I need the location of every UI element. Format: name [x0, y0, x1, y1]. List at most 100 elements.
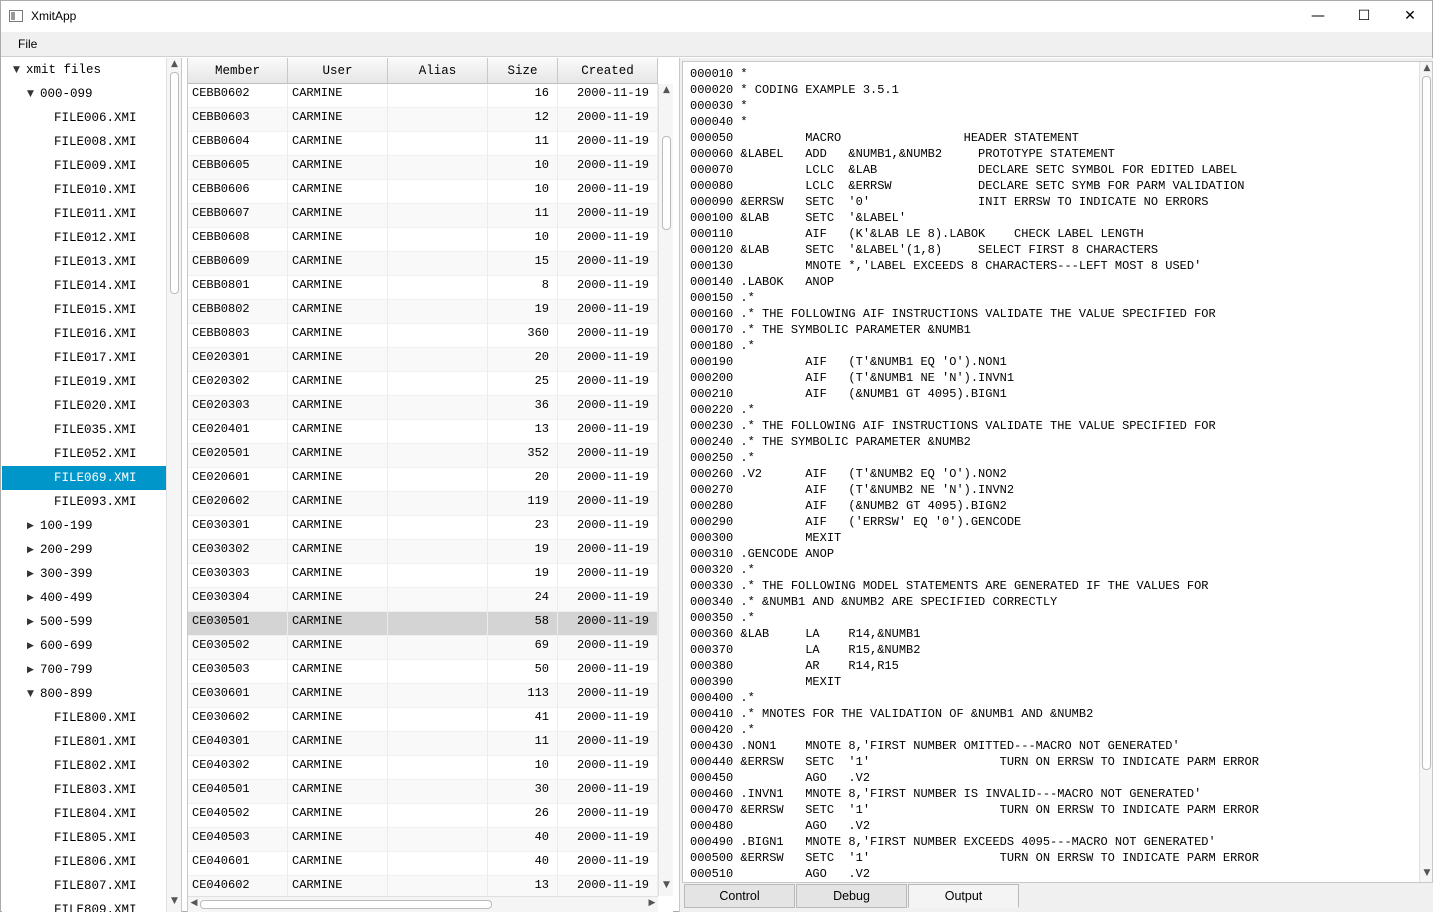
table-row[interactable]: CE020501 CARMINE 352 2000-11-19: [188, 444, 658, 468]
tree-item[interactable]: ▶ 600-699: [2, 634, 166, 658]
table-row[interactable]: CEBB0604 CARMINE 11 2000-11-19: [188, 132, 658, 156]
tab-control[interactable]: Control: [684, 884, 795, 908]
scroll-right-icon[interactable]: ▶: [646, 898, 658, 908]
collapsed-arrow-icon[interactable]: ▶: [27, 514, 37, 538]
table-row[interactable]: CE040503 CARMINE 40 2000-11-19: [188, 828, 658, 852]
table-row[interactable]: CEBB0603 CARMINE 12 2000-11-19: [188, 108, 658, 132]
tree-item[interactable]: FILE069.XMI: [2, 466, 166, 490]
table-row[interactable]: CEBB0602 CARMINE 16 2000-11-19: [188, 84, 658, 108]
tree-item[interactable]: FILE804.XMI: [2, 802, 166, 826]
tree-item[interactable]: FILE020.XMI: [2, 394, 166, 418]
table-row[interactable]: CEBB0605 CARMINE 10 2000-11-19: [188, 156, 658, 180]
table-row[interactable]: CEBB0607 CARMINE 11 2000-11-19: [188, 204, 658, 228]
tree-item[interactable]: ▶ 300-399: [2, 562, 166, 586]
tree-item[interactable]: FILE052.XMI: [2, 442, 166, 466]
tree-item[interactable]: FILE809.XMI: [2, 898, 166, 912]
tree-item[interactable]: ▼ xmit files: [2, 58, 166, 82]
expanded-arrow-icon[interactable]: ▼: [27, 82, 37, 106]
tree-item[interactable]: FILE807.XMI: [2, 874, 166, 898]
column-header-alias[interactable]: Alias: [388, 58, 488, 84]
table-row[interactable]: CE020401 CARMINE 13 2000-11-19: [188, 420, 658, 444]
maximize-icon[interactable]: ☐: [1341, 1, 1387, 32]
source-text-area[interactable]: 000010 * 000020 * CODING EXAMPLE 3.5.1 000…: [682, 61, 1433, 883]
collapsed-arrow-icon[interactable]: ▶: [27, 610, 37, 634]
table-row[interactable]: CE040602 CARMINE 13 2000-11-19: [188, 876, 658, 896]
scroll-down-icon[interactable]: ▼: [167, 896, 181, 906]
tree-item[interactable]: FILE017.XMI: [2, 346, 166, 370]
scroll-down-icon[interactable]: ▼: [659, 880, 673, 890]
source-scroll-thumb[interactable]: [1422, 76, 1431, 770]
tree-item[interactable]: FILE801.XMI: [2, 730, 166, 754]
table-row[interactable]: CEBB0803 CARMINE 360 2000-11-19: [188, 324, 658, 348]
tree-item[interactable]: FILE016.XMI: [2, 322, 166, 346]
table-row[interactable]: CE040601 CARMINE 40 2000-11-19: [188, 852, 658, 876]
table-row[interactable]: CE030501 CARMINE 58 2000-11-19: [188, 612, 658, 636]
tree-item[interactable]: FILE035.XMI: [2, 418, 166, 442]
table-row[interactable]: CE020302 CARMINE 25 2000-11-19: [188, 372, 658, 396]
table-row[interactable]: CE040502 CARMINE 26 2000-11-19: [188, 804, 658, 828]
tree-item[interactable]: ▶ 100-199: [2, 514, 166, 538]
table-row[interactable]: CE040301 CARMINE 11 2000-11-19: [188, 732, 658, 756]
table-row[interactable]: CE030302 CARMINE 19 2000-11-19: [188, 540, 658, 564]
tab-output[interactable]: Output: [908, 884, 1019, 908]
tree-item[interactable]: FILE012.XMI: [2, 226, 166, 250]
tree-item[interactable]: FILE014.XMI: [2, 274, 166, 298]
tree-item[interactable]: FILE008.XMI: [2, 130, 166, 154]
table-row[interactable]: CE040302 CARMINE 10 2000-11-19: [188, 756, 658, 780]
scroll-left-icon[interactable]: ◀: [188, 898, 200, 908]
tree-item[interactable]: ▼ 000-099: [2, 82, 166, 106]
scroll-up-icon[interactable]: ▲: [1420, 63, 1432, 73]
menu-file[interactable]: File: [13, 37, 42, 51]
tree-item[interactable]: FILE802.XMI: [2, 754, 166, 778]
scroll-up-icon[interactable]: ▲: [167, 59, 181, 69]
table-row[interactable]: CEBB0606 CARMINE 10 2000-11-19: [188, 180, 658, 204]
table-row[interactable]: CE030503 CARMINE 50 2000-11-19: [188, 660, 658, 684]
collapsed-arrow-icon[interactable]: ▶: [27, 586, 37, 610]
tree-item[interactable]: ▼ 800-899: [2, 682, 166, 706]
table-row[interactable]: CE030602 CARMINE 41 2000-11-19: [188, 708, 658, 732]
table-hscroll-thumb[interactable]: [200, 900, 492, 909]
source-vertical-scrollbar[interactable]: ▲ ▼: [1419, 62, 1432, 882]
table-row[interactable]: CE030601 CARMINE 113 2000-11-19: [188, 684, 658, 708]
tree-item[interactable]: FILE093.XMI: [2, 490, 166, 514]
table-row[interactable]: CE030303 CARMINE 19 2000-11-19: [188, 564, 658, 588]
table-row[interactable]: CE030502 CARMINE 69 2000-11-19: [188, 636, 658, 660]
tree-item[interactable]: ▶ 500-599: [2, 610, 166, 634]
table-row[interactable]: CEBB0608 CARMINE 10 2000-11-19: [188, 228, 658, 252]
tree-item[interactable]: FILE006.XMI: [2, 106, 166, 130]
table-vertical-scrollbar[interactable]: ▲ ▼: [658, 84, 673, 896]
column-header-member[interactable]: Member: [188, 58, 288, 84]
tree-item[interactable]: FILE806.XMI: [2, 850, 166, 874]
tab-debug[interactable]: Debug: [796, 884, 907, 908]
tree-item[interactable]: FILE013.XMI: [2, 250, 166, 274]
scroll-down-icon[interactable]: ▼: [1420, 868, 1432, 878]
table-row[interactable]: CE020601 CARMINE 20 2000-11-19: [188, 468, 658, 492]
expanded-arrow-icon[interactable]: ▼: [13, 58, 23, 82]
tree-item[interactable]: FILE803.XMI: [2, 778, 166, 802]
table-row[interactable]: CEBB0609 CARMINE 15 2000-11-19: [188, 252, 658, 276]
table-row[interactable]: CE020301 CARMINE 20 2000-11-19: [188, 348, 658, 372]
tree-item[interactable]: FILE015.XMI: [2, 298, 166, 322]
collapsed-arrow-icon[interactable]: ▶: [27, 538, 37, 562]
column-header-user[interactable]: User: [288, 58, 388, 84]
tree-item[interactable]: FILE010.XMI: [2, 178, 166, 202]
tree-item[interactable]: FILE009.XMI: [2, 154, 166, 178]
collapsed-arrow-icon[interactable]: ▶: [27, 562, 37, 586]
tree-item[interactable]: FILE805.XMI: [2, 826, 166, 850]
column-header-size[interactable]: Size: [488, 58, 558, 84]
tree-item[interactable]: FILE019.XMI: [2, 370, 166, 394]
expanded-arrow-icon[interactable]: ▼: [27, 682, 37, 706]
table-scroll-thumb[interactable]: [662, 136, 671, 230]
table-row[interactable]: CE020303 CARMINE 36 2000-11-19: [188, 396, 658, 420]
tree-item[interactable]: FILE011.XMI: [2, 202, 166, 226]
table-row[interactable]: CEBB0801 CARMINE 8 2000-11-19: [188, 276, 658, 300]
collapsed-arrow-icon[interactable]: ▶: [27, 634, 37, 658]
tree-item[interactable]: ▶ 400-499: [2, 586, 166, 610]
tree-item[interactable]: FILE800.XMI: [2, 706, 166, 730]
tree-item[interactable]: ▶ 200-299: [2, 538, 166, 562]
tree-item[interactable]: ▶ 700-799: [2, 658, 166, 682]
minimize-icon[interactable]: —: [1295, 1, 1341, 32]
tree-vertical-scrollbar[interactable]: ▲ ▼: [166, 58, 181, 912]
table-row[interactable]: CE040501 CARMINE 30 2000-11-19: [188, 780, 658, 804]
table-row[interactable]: CEBB0802 CARMINE 19 2000-11-19: [188, 300, 658, 324]
